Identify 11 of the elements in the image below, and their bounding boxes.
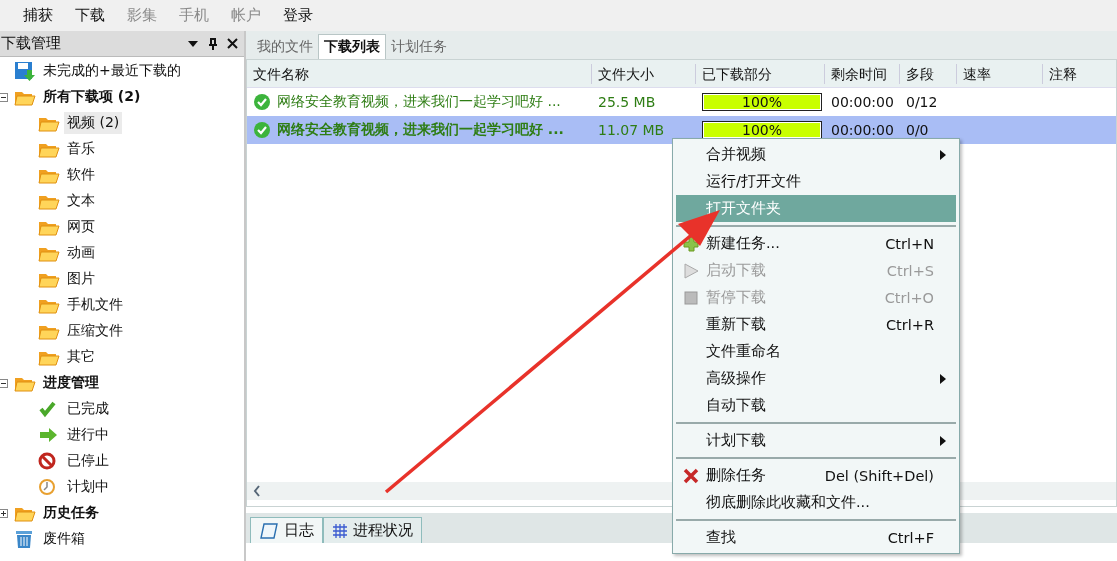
- progress-text: 100%: [742, 94, 782, 110]
- table-cell-text: 0/12: [905, 94, 939, 110]
- table-cell-text: 00:00:00: [830, 122, 895, 138]
- table-cell-text: 0/0: [905, 122, 930, 138]
- file-name: 网络安全教育视频，进来我们一起学习吧好 ...: [277, 121, 564, 139]
- file-name: 网络安全教育视频，进来我们一起学习吧好 ...: [277, 93, 561, 111]
- table-cell-text: 11.07 MB: [597, 122, 666, 138]
- table-cell-text: 00:00:00: [830, 94, 895, 110]
- progress-text: 100%: [742, 122, 782, 138]
- table-cell-text: 25.5 MB: [597, 94, 657, 110]
- panel-title: 下载管理: [1, 34, 62, 53]
